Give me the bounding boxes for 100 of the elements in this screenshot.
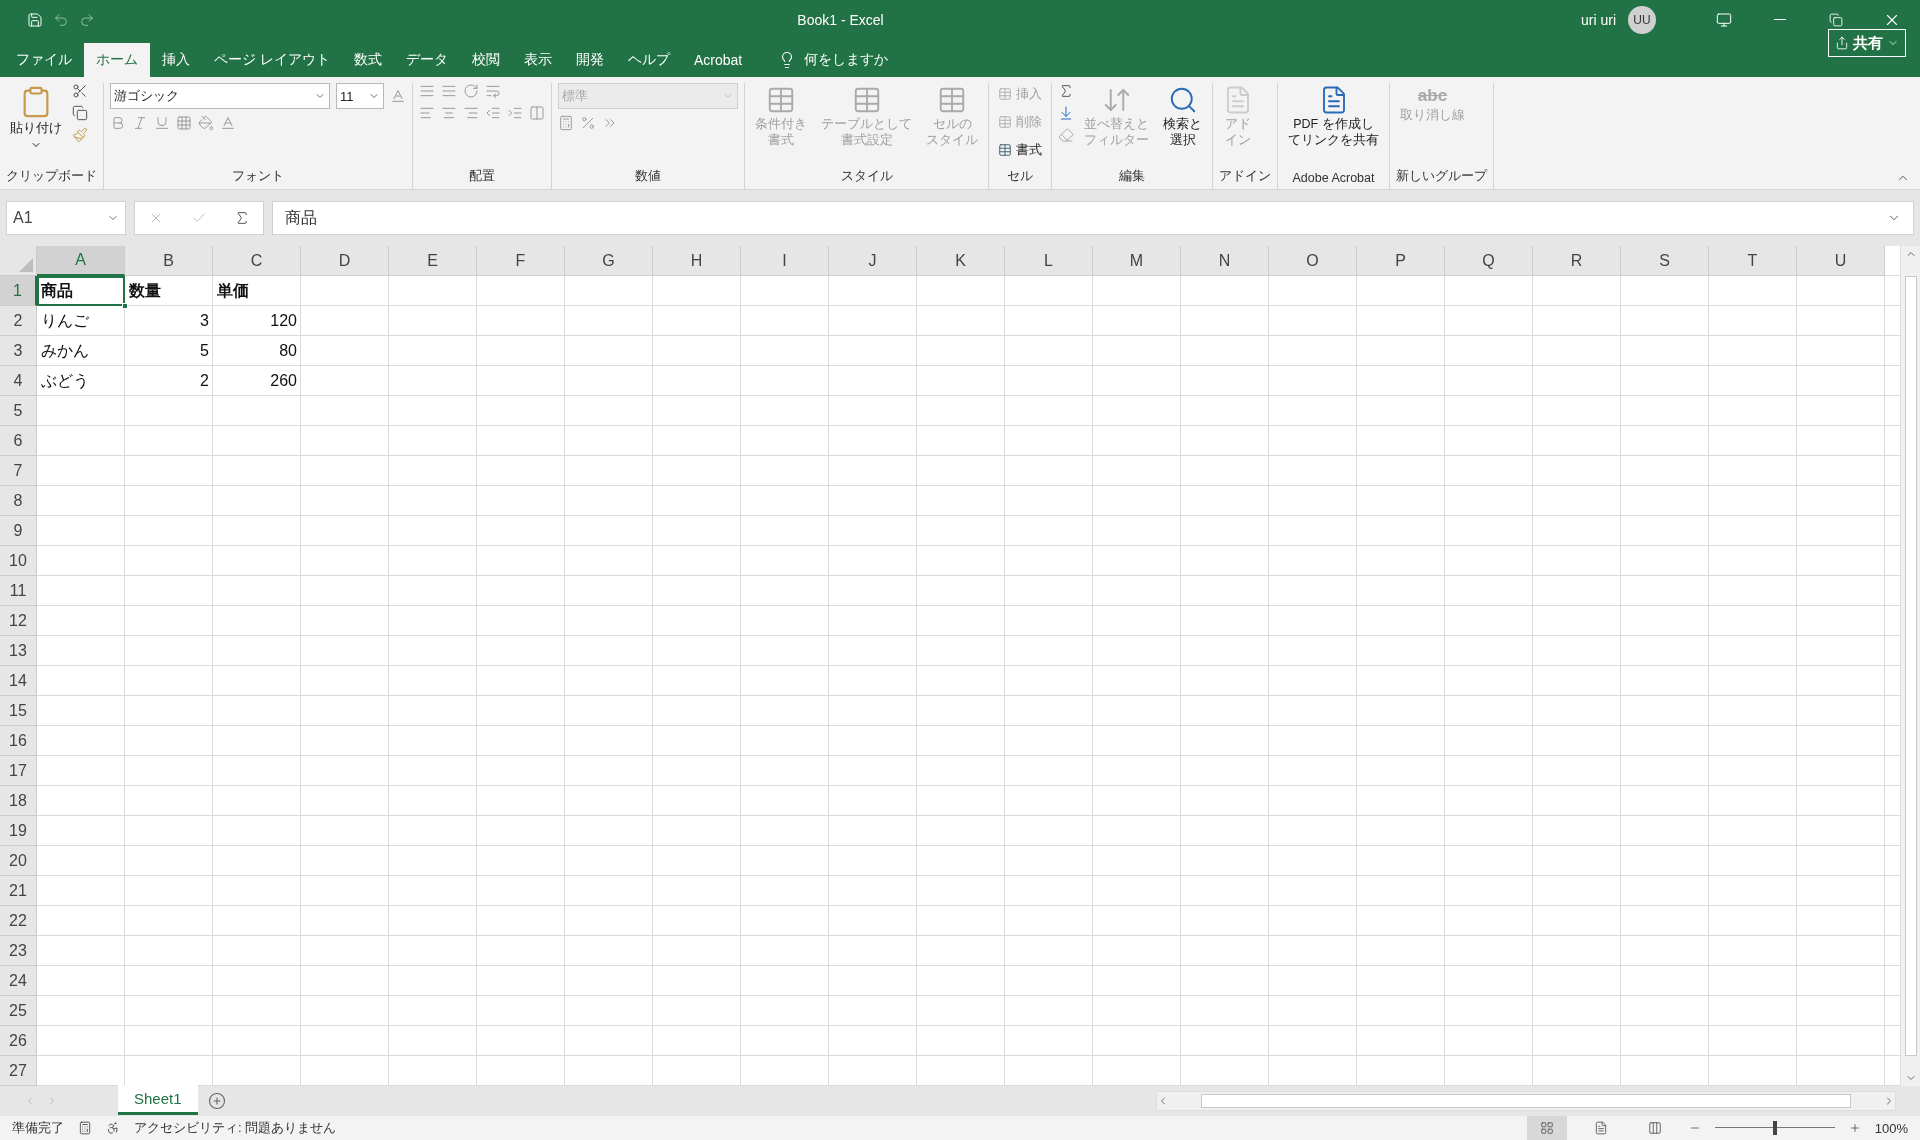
column-header[interactable]: G: [565, 246, 653, 276]
column-header[interactable]: M: [1093, 246, 1181, 276]
outdent-icon: [485, 105, 501, 121]
row-header[interactable]: 27: [0, 1056, 37, 1086]
formula-field[interactable]: 商品: [272, 201, 1914, 235]
row-header[interactable]: 11: [0, 576, 37, 606]
table-cell-text: 2: [199, 371, 210, 391]
row-header[interactable]: 14: [0, 666, 37, 696]
column-header[interactable]: N: [1181, 246, 1269, 276]
column-header[interactable]: Q: [1445, 246, 1533, 276]
normal-view-button[interactable]: [1526, 1116, 1567, 1140]
column-header[interactable]: O: [1269, 246, 1357, 276]
user-avatar[interactable]: UU: [1628, 5, 1656, 34]
row-header[interactable]: 26: [0, 1026, 37, 1056]
sum-icon: [1058, 83, 1074, 99]
select-all-icon[interactable]: [19, 258, 33, 272]
column-header[interactable]: U: [1797, 246, 1885, 276]
table-cell-text: ぶどう: [40, 370, 90, 391]
row-header[interactable]: 19: [0, 816, 37, 846]
find-select-button[interactable]: 検索と 選択: [1159, 83, 1206, 151]
accessibility-icon: [106, 1121, 120, 1135]
zoom-in-icon: [1848, 1122, 1861, 1134]
ribbon-tab[interactable]: 校閲: [459, 43, 512, 77]
ribbon-tab[interactable]: 表示: [511, 43, 564, 77]
row-header[interactable]: 24: [0, 966, 37, 996]
table-cell-text: 260: [269, 371, 298, 391]
brush-icon: [72, 127, 88, 143]
table-icon: [998, 87, 1012, 101]
row-header[interactable]: 15: [0, 696, 37, 726]
row-header[interactable]: 4: [0, 366, 37, 396]
font-size-field[interactable]: 11: [336, 83, 384, 109]
row-header[interactable]: 25: [0, 996, 37, 1026]
column-header[interactable]: A: [37, 246, 125, 276]
pdf-button[interactable]: PDF を作成し てリンクを共有: [1284, 83, 1383, 151]
scroll-thumb[interactable]: [1904, 276, 1917, 1056]
paste-button[interactable]: 貼り付け: [6, 83, 66, 153]
tell-me-field[interactable]: 何をしますか: [778, 43, 889, 77]
row-header[interactable]: 20: [0, 846, 37, 876]
row-header[interactable]: 8: [0, 486, 37, 516]
ribbon-tab[interactable]: ヘルプ: [615, 43, 682, 77]
column-header[interactable]: S: [1621, 246, 1709, 276]
column-header[interactable]: D: [301, 246, 389, 276]
row-header[interactable]: 22: [0, 906, 37, 936]
row-header[interactable]: 12: [0, 606, 37, 636]
column-header[interactable]: L: [1005, 246, 1093, 276]
row-header[interactable]: 6: [0, 426, 37, 456]
align-middle-icon: [441, 83, 457, 99]
row-header[interactable]: 16: [0, 726, 37, 756]
vertical-scrollbar[interactable]: [1900, 246, 1920, 1086]
column-header[interactable]: J: [829, 246, 917, 276]
add-sheet-icon: [207, 1092, 226, 1110]
sheet-tab[interactable]: Sheet1: [118, 1085, 198, 1115]
ribbon-tab[interactable]: 開発: [563, 43, 616, 77]
column-header[interactable]: P: [1357, 246, 1445, 276]
ribbon-tab[interactable]: 挿入: [150, 43, 202, 77]
column-header[interactable]: R: [1533, 246, 1621, 276]
column-header[interactable]: E: [389, 246, 477, 276]
ribbon-tab[interactable]: ホーム: [84, 43, 150, 77]
wrap-icon: [485, 83, 501, 99]
row-header[interactable]: 5: [0, 396, 37, 426]
cell-button[interactable]: 書式: [995, 139, 1045, 161]
group-label: Adobe Acrobat: [1291, 171, 1376, 187]
row-header[interactable]: 7: [0, 456, 37, 486]
font-name-field[interactable]: 游ゴシック: [110, 83, 330, 109]
ribbon-tab[interactable]: ページ レイアウト: [202, 43, 342, 77]
ribbon-tab[interactable]: 数式: [341, 43, 394, 77]
ribbon-tab[interactable]: データ: [393, 43, 460, 77]
row-header[interactable]: 1: [0, 276, 37, 306]
accessibility-status[interactable]: アクセシビリティ: 問題ありません: [134, 1119, 337, 1137]
align-left-icon: [419, 105, 435, 121]
column-header[interactable]: C: [213, 246, 301, 276]
save-icon: [27, 11, 43, 28]
row-header[interactable]: 9: [0, 516, 37, 546]
table-cell-text: 3: [199, 311, 210, 331]
row-header[interactable]: 13: [0, 636, 37, 666]
column-header[interactable]: T: [1709, 246, 1797, 276]
column-header[interactable]: H: [653, 246, 741, 276]
name-box[interactable]: A1: [6, 201, 126, 235]
align-top-icon: [419, 83, 435, 99]
scroll-thumb[interactable]: [1201, 1094, 1851, 1108]
ribbon-tab[interactable]: Acrobat: [681, 43, 755, 77]
group-label: セル: [1006, 168, 1034, 185]
row-header[interactable]: 17: [0, 756, 37, 786]
row-header[interactable]: 2: [0, 306, 37, 336]
table-cell-text: りんご: [40, 310, 90, 331]
row-header[interactable]: 3: [0, 336, 37, 366]
share-button[interactable]: 共有: [1828, 29, 1906, 57]
column-header[interactable]: F: [477, 246, 565, 276]
column-header[interactable]: I: [741, 246, 829, 276]
row-header[interactable]: 21: [0, 876, 37, 906]
zoom-level[interactable]: 100%: [1874, 1120, 1908, 1136]
ribbon-tab[interactable]: ファイル: [4, 43, 84, 77]
horizontal-scrollbar[interactable]: [1156, 1091, 1896, 1111]
row-header[interactable]: 10: [0, 546, 37, 576]
user-name: uri uri: [1581, 11, 1616, 28]
row-header[interactable]: 23: [0, 936, 37, 966]
column-header[interactable]: K: [917, 246, 1005, 276]
row-header[interactable]: 18: [0, 786, 37, 816]
group-label: スタイル: [839, 168, 894, 185]
column-header[interactable]: B: [125, 246, 213, 276]
